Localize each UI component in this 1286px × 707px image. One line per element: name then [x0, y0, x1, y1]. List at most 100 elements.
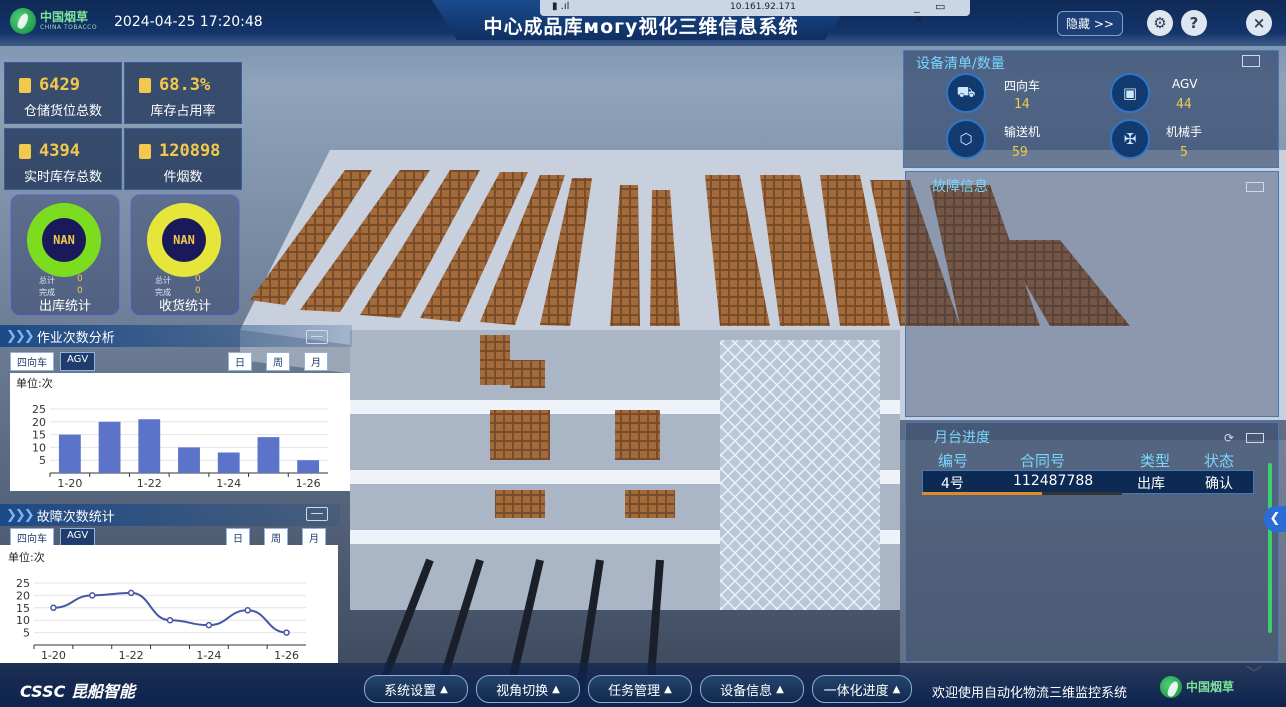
hide-panels-button[interactable]: 隐藏 >> — [1057, 11, 1123, 36]
card-caption: 收货统计 — [158, 299, 211, 314]
tab-shuttle[interactable]: 四向车 — [10, 352, 54, 371]
period-week[interactable]: 周 — [266, 352, 290, 371]
x-tick-label: 1-24 — [216, 477, 241, 490]
footer-brand: CSSC 昆船智能 — [20, 682, 135, 701]
help-button[interactable]: ? — [1181, 10, 1207, 36]
nav-system-settings[interactable]: 系统设置 ▲ — [364, 675, 468, 703]
stat-value: 6429 — [39, 75, 80, 95]
chevron-up-icon: ▲ — [776, 683, 784, 695]
tab-agv[interactable]: AGV — [60, 352, 96, 371]
receiving-ring: NAN — [147, 203, 221, 277]
x-tick-label: 1-26 — [296, 477, 321, 490]
data-point — [205, 621, 213, 629]
document-icon — [19, 77, 31, 93]
stat-value: 4394 — [39, 141, 80, 161]
outbound-stats-card[interactable]: NAN 总计 0 完成 0 出库统计 — [10, 194, 120, 316]
x-tick-label: 1-22 — [137, 477, 162, 490]
data-point — [50, 604, 57, 612]
row-status: 确认 — [1205, 476, 1233, 492]
bar — [58, 434, 81, 473]
y-tick-label: 15 — [16, 602, 30, 615]
nav-task-management[interactable]: 任务管理 ▲ — [588, 675, 692, 703]
outbound-ring: NAN — [27, 203, 101, 277]
brand-name: 中国烟草 — [40, 10, 89, 24]
nav-label: 系统设置 — [384, 683, 437, 699]
x-tick-label: 1-20 — [57, 477, 82, 490]
minimize-icon[interactable] — [1246, 433, 1264, 443]
panel-header: ❯❯❯ 故障次数统计 — [0, 504, 340, 526]
table-row[interactable]: 4号 112487788 出库 确认 — [922, 470, 1254, 494]
bar — [297, 460, 320, 473]
y-tick-label: 15 — [32, 429, 46, 442]
y-tick-label: 5 — [39, 454, 46, 467]
data-point — [127, 589, 135, 597]
stat-tile-inventory: 4394 实时库存总数 — [4, 128, 122, 190]
nav-integration-progress[interactable]: 一体化进度 ▲ — [812, 675, 912, 703]
y-tick-label: 10 — [32, 441, 46, 454]
platform-progress-panel: 月台进度 ⟳ 编号 合同号 类型 状态 4号 112487788 出库 确认 — [905, 422, 1279, 662]
chevron-up-icon: ▲ — [440, 683, 448, 695]
chevron-up-icon: ▲ — [552, 683, 560, 695]
data-point — [283, 629, 290, 636]
agv-icon: ▣ — [1110, 73, 1150, 113]
gear-icon[interactable]: ⚙ — [1147, 10, 1173, 36]
period-day[interactable]: 日 — [228, 352, 252, 371]
pin-icon[interactable]: ▮ .ıl — [552, 1, 569, 12]
row-type: 出库 — [1137, 476, 1165, 492]
chevron-left-icon[interactable]: ❮ — [1264, 506, 1286, 532]
ops-bar-chart: 510152025 1-20 1-22 1-24 1-26 — [32, 403, 328, 490]
stat-tile-slots: 6429 仓储货位总数 — [4, 62, 122, 124]
minimize-icon[interactable] — [1246, 182, 1264, 192]
bar — [178, 447, 200, 473]
stat-label: 件烟数 — [163, 170, 203, 185]
bar — [217, 452, 240, 473]
row-progress-track — [922, 492, 1122, 495]
chevron-up-icon: ▲ — [892, 683, 901, 695]
nav-label: 视角切换 — [496, 683, 549, 699]
period-month[interactable]: 月 — [304, 352, 328, 371]
remote-session-bar[interactable]: ▮ .ıl 10.161.92.171 _ ▭ ✕ — [540, 0, 970, 26]
robot-arm-icon: ✠ — [1110, 119, 1150, 159]
stat-value: 120898 — [159, 141, 221, 161]
chevrons-icon: ❯❯❯ — [6, 328, 35, 344]
device-name: AGV — [1172, 77, 1198, 91]
row-contract: 112487788 — [1013, 473, 1094, 489]
card-caption: 出库统计 — [38, 299, 91, 314]
receiving-stats-card[interactable]: NAN 总计 0 完成 0 收货统计 — [130, 194, 240, 316]
scrollbar[interactable] — [1268, 463, 1272, 633]
column-header: 状态 — [1204, 452, 1235, 470]
device-name: 输送机 — [1004, 125, 1041, 139]
chevrons-icon: ❯❯❯ — [6, 507, 35, 523]
total-label: 总计 — [39, 276, 55, 285]
close-button[interactable]: × — [1246, 10, 1272, 36]
x-tick-label: 1-26 — [274, 649, 299, 662]
total-value: 0 — [195, 274, 201, 284]
datetime: 2024-04-25 17:20:48 — [114, 14, 263, 30]
x-tick-label: 1-22 — [119, 649, 144, 662]
device-name: 四向车 — [1004, 79, 1041, 93]
stat-tile-cigarettes: 120898 件烟数 — [124, 128, 242, 190]
stat-label: 仓储货位总数 — [23, 104, 102, 119]
panel-title: 故障信息 — [932, 179, 988, 195]
device-count: 59 — [1012, 145, 1028, 160]
refresh-icon[interactable]: ⟳ — [1224, 431, 1234, 445]
nav-device-info[interactable]: 设备信息 ▲ — [700, 675, 804, 703]
minimize-icon[interactable] — [306, 507, 328, 521]
remote-window-controls[interactable]: _ ▭ ✕ — [914, 0, 970, 26]
leaf-icon — [10, 8, 36, 34]
panel-title: 作业次数分析 — [36, 330, 115, 346]
chevron-up-icon: ▲ — [664, 683, 672, 695]
device-list-panel: 设备清单/数量 ⛟ 四向车 14 ▣ AGV 44 ⬡ 输送机 59 ✠ 机械手… — [903, 50, 1279, 168]
minimize-icon[interactable] — [1242, 55, 1260, 67]
panel-title: 设备清单/数量 — [916, 56, 1005, 72]
bar — [138, 419, 161, 473]
minimize-icon[interactable] — [306, 330, 328, 344]
total-label: 总计 — [155, 276, 171, 285]
series-line — [53, 591, 287, 634]
nav-view-switch[interactable]: 视角切换 ▲ — [476, 675, 580, 703]
stat-tile-occupancy: 68.3% 库存占用率 — [124, 62, 242, 124]
page-title: 中心成品库могу视化三维信息系统 — [483, 16, 799, 38]
welcome-text: 欢迎使用自动化物流三维监控系统 — [932, 686, 1128, 701]
column-header: 类型 — [1140, 452, 1171, 470]
fault-chart: 单位:次 5 10 15 20 25 1-20 1-22 1-24 1-26 — [0, 545, 338, 663]
